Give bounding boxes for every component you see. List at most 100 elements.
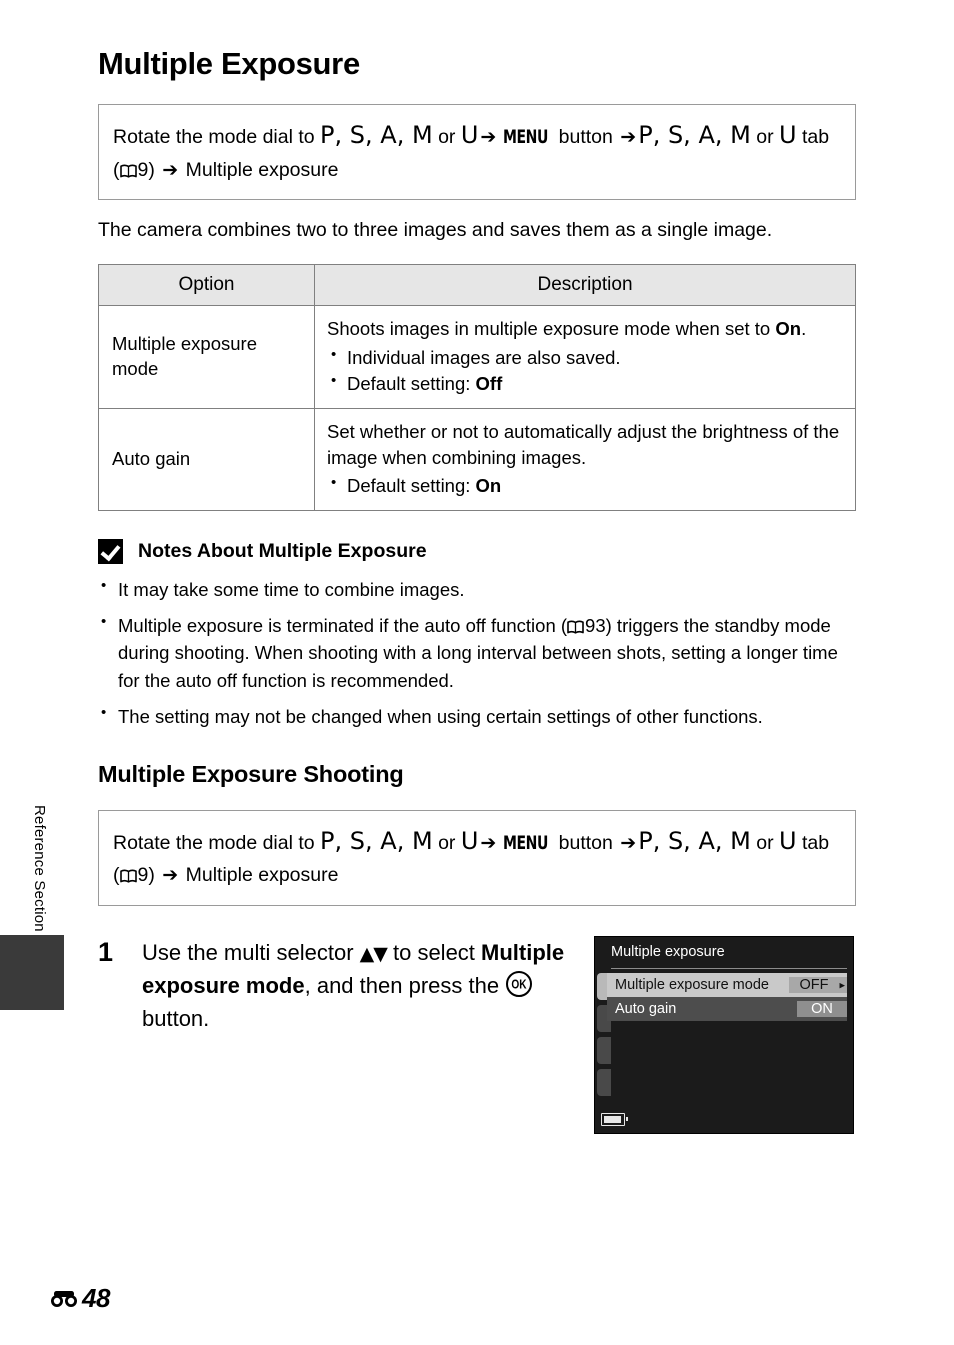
page-title: Multiple Exposure (98, 46, 360, 81)
lcd-menu-item-multiple-exposure-mode[interactable]: Multiple exposure mode OFF ▸ (607, 973, 847, 998)
option-description: Set whether or not to automatically adju… (314, 407, 856, 511)
nav2-close-paren: ) (148, 864, 161, 887)
book-icon (567, 620, 584, 634)
lcd-menu-item-auto-gain[interactable]: Auto gain ON (607, 997, 847, 1022)
nav1-mode-u-1: U (460, 121, 479, 149)
step-1-block: 1 Use the multi selector ▲▼ to select Mu… (98, 936, 856, 1135)
option-description: Shoots images in multiple exposure mode … (314, 305, 856, 409)
description-lead-bold: On (775, 318, 802, 340)
camera-lcd-screenshot: Multiple exposure Multiple exposure mode… (594, 936, 854, 1135)
lcd-title-divider (611, 968, 847, 970)
note-text-a: It may take some time to combine images. (118, 578, 465, 600)
subsection-title: Multiple Exposure Shooting (98, 760, 404, 787)
table-header-option: Option (98, 264, 315, 307)
list-item: Default setting: On (327, 472, 843, 499)
step-1-text-column: 1 Use the multi selector ▲▼ to select Mu… (98, 936, 588, 1035)
nav2-mode-u-2: U (779, 826, 797, 855)
lcd-menu-rows: Multiple exposure mode OFF ▸ Auto gain ON (607, 973, 847, 1022)
book-icon (119, 869, 137, 884)
nav1-modes-2: P, S, A, M (638, 121, 751, 149)
reference-section-label-text: Reference Section (31, 805, 48, 932)
lcd-tab-3[interactable] (597, 1037, 611, 1065)
intro-text: The camera combines two to three images … (98, 219, 773, 242)
lcd-value-text: OFF (799, 977, 829, 994)
nav1-or-2: or (750, 126, 774, 148)
description-bullets: Default setting: On (327, 472, 843, 499)
table-header-row: Option Description (98, 264, 856, 307)
page-content: Multiple Exposure Rotate the mode dial t… (98, 0, 856, 1135)
step-number: 1 (98, 937, 114, 968)
book-icon (119, 164, 137, 178)
nav1-page-ref: 9 (137, 158, 149, 181)
nav1-mode-u-2: U (779, 121, 797, 149)
ok-button-label: OK (511, 976, 527, 992)
nav2-modes-2: P, S, A, M (638, 826, 751, 855)
arrow-right-icon: ➔ (620, 126, 637, 148)
step-text-c: , and then press the (304, 973, 506, 999)
nav2-mode-u-1: U (460, 826, 479, 855)
navigation-path-box-1: Rotate the mode dial to P, S, A, M or U ➔… (98, 104, 856, 201)
reference-section-icon (50, 1289, 80, 1309)
note-text-a: Multiple exposure is terminated if the a… (118, 615, 568, 637)
nav1-close-paren: ) (148, 158, 161, 181)
bullet-bold: On (475, 475, 502, 497)
arrow-right-icon: ➔ (620, 831, 637, 854)
nav1-modes-1: P, S, A, M (320, 121, 433, 149)
note-page-ref: 93 (585, 615, 606, 637)
lcd-menu-title: Multiple exposure (611, 944, 725, 961)
nav2-prefix: Rotate the mode dial to (113, 831, 321, 854)
nav2-destination: Multiple exposure (180, 864, 339, 887)
options-table: Option Description Multiple exposure mod… (98, 264, 856, 511)
description-lead-b: . (801, 318, 807, 340)
lcd-item-label: Auto gain (615, 1001, 677, 1018)
nav2-button-word: button (553, 831, 619, 854)
menu-button-glyph: MENU (503, 126, 549, 148)
step-text-b: to select (386, 940, 482, 966)
up-down-arrows-icon: ▲▼ (359, 943, 388, 966)
nav2-or-2: or (750, 831, 774, 854)
notes-heading: Notes About Multiple Exposure (98, 538, 856, 564)
notes-title: Notes About Multiple Exposure (138, 539, 427, 562)
description-bullets: Individual images are also saved. Defaul… (327, 344, 843, 398)
nav1-prefix: Rotate the mode dial to (113, 126, 321, 148)
ok-button-icon: OK (506, 971, 533, 998)
bullet-text-a: Default setting: (347, 475, 476, 497)
nav1-button-word: button (553, 126, 619, 148)
list-item: Default setting: Off (327, 370, 843, 397)
navigation-path-box-2: Rotate the mode dial to P, S, A, M or U ➔… (98, 809, 856, 907)
chevron-right-icon: ▸ (839, 979, 845, 992)
description-lead: Set whether or not to automatically adju… (327, 420, 840, 468)
checkmark-icon (98, 538, 123, 564)
list-item: Individual images are also saved. (327, 344, 843, 371)
lcd-item-value[interactable]: OFF ▸ (789, 977, 847, 994)
note-text-a: The setting may not be changed when usin… (118, 706, 763, 728)
option-name: Auto gain (98, 407, 315, 511)
reference-section-side-label: Reference Section (26, 805, 56, 945)
step-text-d: button. (142, 1006, 210, 1032)
arrow-right-icon: ➔ (480, 831, 497, 854)
lcd-tab-4[interactable] (597, 1069, 611, 1097)
nav1-destination: Multiple exposure (180, 158, 339, 181)
table-row: Multiple exposure mode Shoots images in … (98, 305, 856, 409)
step-instruction: Use the multi selector ▲▼ to select Mult… (142, 936, 588, 1035)
bullet-bold: Off (475, 373, 503, 395)
list-item: It may take some time to combine images. (98, 575, 856, 603)
lcd-item-value[interactable]: ON (797, 1001, 847, 1018)
list-item: The setting may not be changed when usin… (98, 702, 856, 730)
lcd-item-label: Multiple exposure mode (615, 977, 769, 994)
table-header-description: Description (314, 264, 856, 307)
battery-icon (601, 1113, 628, 1127)
arrow-right-icon: ➔ (480, 126, 497, 148)
step-text-a: Use the multi selector (142, 940, 360, 966)
list-item: Multiple exposure is terminated if the a… (98, 611, 856, 694)
option-name: Multiple exposure mode (98, 305, 315, 409)
nav2-or-1: or (432, 831, 461, 854)
menu-button-glyph: MENU (503, 831, 549, 854)
bullet-text-a: Default setting: (347, 373, 476, 395)
bullet-text-a: Individual images are also saved. (347, 347, 621, 369)
section-thumb-tab (0, 935, 64, 1010)
page-footer: 48 (50, 1283, 110, 1314)
arrow-right-icon: ➔ (162, 158, 179, 181)
arrow-right-icon: ➔ (162, 864, 179, 887)
nav2-page-ref: 9 (137, 864, 149, 887)
